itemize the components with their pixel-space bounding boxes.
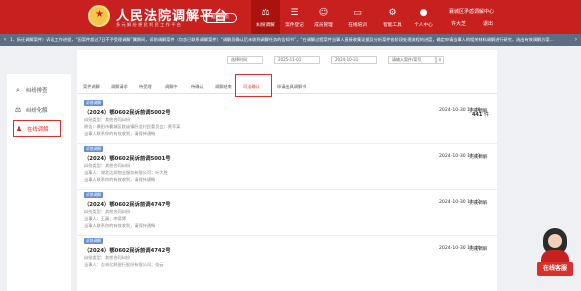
case-type-badge: 诉前调解 <box>84 146 104 152</box>
status-tabs: 案件调解 调解请求 待受理 调解中 待确认 调解结束 司法确认 申请出具调解书 … <box>77 80 497 118</box>
chevron-left-icon[interactable]: ‹ <box>1 34 9 46</box>
case-card[interactable]: 诉前调解 （2024）鄂0602民诉前调5001号 2024-10-30 11:… <box>77 144 497 190</box>
service-avatar-face <box>548 234 562 248</box>
user-org: 襄城区矛盾调解中心 <box>449 9 495 15</box>
notice-text: 1、拆迁调解案件）诉讼工作进程，“因案件超过7日不予受理调解”属期间，诉前调解案… <box>10 37 554 42</box>
case-card[interactable]: 诉前调解 （2024）鄂0602民诉前调5002号 2024-10-30 11:… <box>77 98 497 144</box>
date-end-field[interactable]: 2024-10-31 <box>331 56 377 64</box>
sidebar-item-online-mediation[interactable]: ♟ 在线调解 <box>13 120 61 137</box>
return-home-button[interactable]: 返回首页 <box>203 13 237 23</box>
tab-pending-accept[interactable]: 待受理 <box>139 82 152 92</box>
app-subtitle: 多 元 解 纷 便 民 利 民 工 作 平 台 <box>116 22 181 27</box>
case-parties: 当事人：湖北达邦物业服务有限公司；叶大胜 <box>84 170 168 175</box>
tab-in-mediation[interactable]: 调解中 <box>165 82 178 92</box>
case-title[interactable]: （2024）鄂0602民诉前调5001号 <box>84 154 171 162</box>
tab-highlight-box <box>235 74 272 97</box>
users-icon: ☺ <box>318 8 329 18</box>
gavel-icon: ⚖ <box>261 8 270 18</box>
tab-pending-confirm[interactable]: 待确认 <box>191 82 204 92</box>
tools-icon: ⚙ <box>388 8 397 18</box>
tab-apply-mediation-document[interactable]: 申请出具调解书 <box>277 82 306 92</box>
case-dispute-type: 纠纷类型：其他合同纠纷 <box>84 255 131 260</box>
scale-icon: ⚖ <box>14 106 22 114</box>
date-start-field[interactable]: 2025-11-01 <box>274 56 320 64</box>
time-select[interactable]: 选择时间 <box>227 56 263 64</box>
tab-mediation-ended[interactable]: 调解结束 <box>215 82 232 92</box>
logout-link[interactable]: 退出 <box>483 20 493 27</box>
case-parties: 当事人：王巍；李德博 <box>84 216 126 221</box>
sidebar-item-dispute-resolution[interactable]: ⚖ 纠纷化解 <box>13 102 69 119</box>
case-dispute-type: 纠纷类型：其他合同纠纷 <box>84 163 131 168</box>
court-emblem-logo: ★ <box>88 5 110 27</box>
case-type-badge: 诉前调解 <box>84 100 104 106</box>
chevron-right-icon[interactable]: › <box>572 34 580 46</box>
case-title[interactable]: （2024）鄂0602民诉前调4747号 <box>84 200 171 208</box>
nav-case-register[interactable]: ☰ 案件登记 <box>280 0 309 34</box>
case-status: 完成调解 <box>469 155 488 160</box>
case-type-badge: 诉前调解 <box>84 192 104 198</box>
search-icon[interactable]: ⌕ <box>436 56 444 64</box>
case-note: 当事人联系你的有效收到，请保持通畅 <box>84 223 156 228</box>
monitor-icon: ▭ <box>353 8 362 18</box>
filter-row: 选择时间 2025-11-01 2024-10-31 请输入案件/案号 ⌕ <box>77 50 497 70</box>
service-avatar-body <box>541 250 569 262</box>
nav-online-training[interactable]: ▭ 在线培训 <box>343 0 372 34</box>
case-parties: 原告：襄阳市襄城区欧庙镇卧龙村民委员会；黄军某 <box>84 124 181 129</box>
search-icon: ⌕ <box>16 86 20 94</box>
case-title[interactable]: （2024）鄂0602民诉前调5002号 <box>84 108 171 116</box>
user-name: 许大芝 <box>451 21 467 27</box>
mediation-icon: ♟ <box>15 125 23 133</box>
notice-bar: ‹ 1、拆迁调解案件）诉讼工作进程，“因案件超过7日不予受理调解”属期间，诉前调… <box>0 34 581 46</box>
header: ★ 人民法院调解平台 多 元 解 纷 便 民 利 民 工 作 平 台 返回首页 … <box>0 0 581 34</box>
person-icon: ● <box>419 8 428 18</box>
sidebar-item-dispute-screening[interactable]: ⌕ 纠纷排查 <box>13 82 69 99</box>
nav-smart-tools[interactable]: ⚙ 智能工具 <box>378 0 407 34</box>
case-card[interactable]: 诉前调解 （2024）鄂0602民诉前调4742号 2024-10-30 11:… <box>77 236 497 282</box>
tab-mediation-request[interactable]: 调解请求 <box>111 82 128 92</box>
user-info: 襄城区矛盾调解中心 许大芝 退出 <box>449 7 529 29</box>
case-dispute-type: 纠纷类型：其他合同纠纷 <box>84 117 131 122</box>
case-note: 当事人联系你的有效收到，请保持通畅 <box>84 131 156 136</box>
keyword-search-input[interactable]: 请输入案件/案号 <box>388 56 436 64</box>
sidebar: ⌕ 纠纷排查 ⚖ 纠纷化解 ♟ 在线调解 <box>7 74 71 291</box>
case-note: 当事人联系你的有效收到，请保持通畅 <box>84 177 156 182</box>
case-dispute-type: 纠纷类型：其他合同纠纷 <box>84 209 131 214</box>
nav-personal-center[interactable]: ● 个人中心 <box>409 0 438 34</box>
case-card[interactable]: 诉前调解 （2024）鄂0602民诉前调4747号 2024-10-30 11:… <box>77 190 497 236</box>
tab-case-mediation[interactable]: 案件调解 <box>83 82 100 92</box>
document-icon: ☰ <box>290 8 299 18</box>
case-type-badge: 诉前调解 <box>84 238 104 244</box>
case-status: 完成调解 <box>469 109 488 114</box>
case-status: 完成调解 <box>469 201 488 206</box>
case-status: 完成调解 <box>469 247 488 252</box>
case-parties: 当事人：吉林亿联银行股份有限公司；张云 <box>84 262 164 267</box>
main-panel: 选择时间 2025-11-01 2024-10-31 请输入案件/案号 ⌕ 案件… <box>77 50 497 291</box>
online-service-widget[interactable]: 在线客服 <box>535 226 575 280</box>
case-title[interactable]: （2024）鄂0602民诉前调4742号 <box>84 246 171 254</box>
online-service-button[interactable]: 在线客服 <box>537 262 573 276</box>
nav-mediation[interactable]: ⚖ 纠纷调解 <box>251 0 280 34</box>
nav-member-management[interactable]: ☺ 成员管理 <box>309 0 338 34</box>
